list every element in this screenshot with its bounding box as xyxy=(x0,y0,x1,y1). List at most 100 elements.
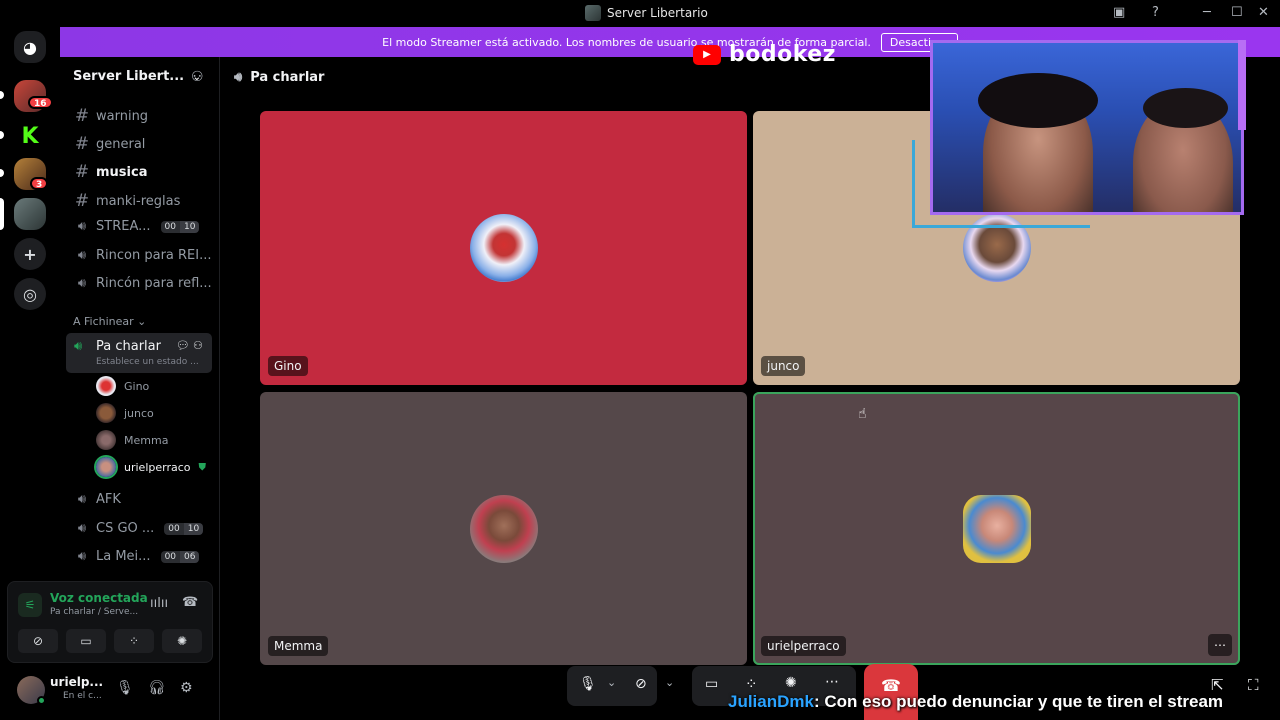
video-tile-memma[interactable]: Memma xyxy=(260,392,747,665)
webcam-frame-accent xyxy=(1238,40,1246,130)
noise-suppression-icon[interactable]: ıılıı xyxy=(150,596,168,611)
participant-name: Memma xyxy=(268,636,329,656)
microphone-icon[interactable]: 🎙︎ xyxy=(579,676,597,692)
more-options-button[interactable]: ⋯ xyxy=(1208,634,1232,656)
speaker-icon: 🔊︎ xyxy=(77,276,87,291)
invite-icon[interactable]: ⚇ xyxy=(193,339,203,352)
mention-badge: 3 xyxy=(30,177,49,190)
avatar xyxy=(96,403,116,423)
voice-channel-header: 🔊︎ Pa charlar xyxy=(234,70,324,85)
unread-pill xyxy=(0,169,4,177)
channel-afk[interactable]: 🔊︎ AFK xyxy=(74,492,121,507)
voice-user-urielperraco[interactable]: urielperraco ⛊ xyxy=(96,457,206,477)
camera-off-icon: ⊘ xyxy=(32,634,44,648)
user-panel: urielp... En el c... 🎙︎ 🎧︎ ⚙ xyxy=(7,666,213,714)
camera-off-button[interactable]: ⊘ xyxy=(18,629,58,653)
unread-pill xyxy=(0,91,4,99)
activities-icon[interactable]: ⁘ xyxy=(745,675,758,693)
channel-warning[interactable]: # warning xyxy=(74,106,148,126)
signal-icon[interactable]: ⚟ xyxy=(18,593,42,617)
avatar xyxy=(96,376,116,396)
maximize-button[interactable]: ☐ xyxy=(1231,5,1243,20)
minimize-button[interactable]: ─ xyxy=(1203,5,1211,20)
camera-off-icon[interactable]: ⊘ xyxy=(635,676,647,692)
discord-home-icon[interactable]: ◕ xyxy=(14,31,46,63)
channel-watermark-text: bodokez xyxy=(729,42,836,67)
hash-icon: # xyxy=(74,191,90,211)
speaker-icon: 🔊︎ xyxy=(234,70,243,85)
add-server-icon[interactable]: + xyxy=(14,238,46,270)
inbox-icon[interactable]: ▣ xyxy=(1113,5,1125,20)
voice-user-gino[interactable]: Gino xyxy=(96,376,149,396)
chat-icon[interactable]: 💬︎ xyxy=(176,339,190,352)
voice-channel-name: Pa charlar xyxy=(250,70,325,85)
hash-icon: # xyxy=(74,106,90,126)
activities-button[interactable]: ⁘ xyxy=(114,629,154,653)
settings-gear-icon[interactable]: ⚙ xyxy=(180,680,193,696)
chat-username: JulianDmk xyxy=(728,692,814,711)
soundboard-icon[interactable]: ✺ xyxy=(785,675,797,691)
hash-icon: # xyxy=(74,162,90,182)
channel-csgo[interactable]: 🔊︎ CS GO ... 00 10 xyxy=(74,521,204,536)
server-icon-kick[interactable]: K xyxy=(14,120,46,152)
online-status-dot xyxy=(37,696,46,705)
selected-pill xyxy=(0,198,4,230)
speaker-icon: 🔊︎ xyxy=(77,521,87,536)
disconnect-icon[interactable]: ☎ xyxy=(182,595,198,610)
soundboard-icon: ✺ xyxy=(176,634,188,648)
category-header[interactable]: A Fichinear ⌄ xyxy=(73,315,146,328)
video-tile-urielperraco[interactable]: urielperraco ⋯ xyxy=(753,392,1240,665)
invite-icon[interactable]: ⚇ xyxy=(191,69,204,85)
video-tile-gino[interactable]: Gino xyxy=(260,111,747,385)
channel-status[interactable]: Establece un estado ... xyxy=(96,357,199,367)
mention-badge: 16 xyxy=(28,96,53,109)
help-icon[interactable]: ? xyxy=(1152,5,1159,20)
close-button[interactable]: ✕ xyxy=(1258,5,1269,20)
shield-icon: ⛊ xyxy=(198,461,207,473)
fullscreen-icon[interactable]: ⛶ xyxy=(1248,676,1259,694)
avatar xyxy=(962,494,1031,563)
chevron-down-icon[interactable]: ⌄ xyxy=(607,676,616,689)
username[interactable]: urielp... xyxy=(50,675,103,689)
channel-musica[interactable]: # musica xyxy=(74,162,148,182)
participant-name: urielperraco xyxy=(761,636,846,656)
headphones-icon[interactable]: 🎧︎ xyxy=(148,680,166,696)
avatar xyxy=(96,457,116,477)
channel-manki-reglas[interactable]: # manki-reglas xyxy=(74,191,181,211)
speaker-icon: 🔊︎ xyxy=(77,549,87,564)
screen-share-icon[interactable]: ▭ xyxy=(705,676,718,692)
participant-name: junco xyxy=(761,356,806,376)
voice-location[interactable]: Pa charlar / Serve... xyxy=(50,607,138,617)
channel-rincon-refl[interactable]: 🔊︎ Rincón para refl... xyxy=(74,276,212,291)
voice-user-junco[interactable]: junco xyxy=(96,403,154,423)
more-icon[interactable]: ⋯ xyxy=(825,674,839,690)
channel-general[interactable]: # general xyxy=(74,134,146,154)
channel-rincon-rei[interactable]: 🔊︎ Rincon para REI... xyxy=(74,248,212,263)
user-count: 00 06 xyxy=(160,550,200,563)
server-name: Server Libert... xyxy=(73,69,185,84)
avatar xyxy=(469,214,538,282)
youtube-channel-watermark: ▶ bodokez xyxy=(693,42,836,67)
voice-status: Voz conectada xyxy=(50,591,148,605)
participant-name: Gino xyxy=(268,356,308,376)
channel-la-mei[interactable]: 🔊︎ La Mei... 00 06 xyxy=(74,549,200,564)
server-icon-libertario[interactable] xyxy=(14,198,46,230)
avatar xyxy=(96,430,116,450)
microphone-icon[interactable]: 🎙︎ xyxy=(116,680,134,696)
voice-user-memma[interactable]: Memma xyxy=(96,430,168,450)
user-count: 00 10 xyxy=(160,220,200,233)
screen-share-button[interactable]: ▭ xyxy=(66,629,106,653)
stream-chat-overlay: JulianDmk: Con eso puedo denunciar y que… xyxy=(728,692,1223,712)
channel-stream[interactable]: 🔊︎ STREA... 00 10 xyxy=(74,219,200,234)
speaker-icon: 🔊︎ xyxy=(77,248,87,263)
guest-hair xyxy=(1143,88,1228,128)
chevron-down-icon[interactable]: ⌄ xyxy=(665,676,674,689)
discover-icon[interactable]: ◎ xyxy=(14,278,46,310)
chat-message: : Con eso puedo denunciar y que te tiren… xyxy=(813,692,1224,711)
streamer-hair xyxy=(978,73,1098,128)
discord-app: Server Libertario ▣ ? ─ ☐ ✕ ◕ 16 K 3 + ◎… xyxy=(0,0,1280,720)
channel-pa-charlar[interactable]: 🔊︎ Pa charlar Establece un estado ... 💬︎… xyxy=(66,333,212,373)
server-header[interactable]: Server Libert... ⌄ xyxy=(73,69,201,84)
activities-icon: ⁘ xyxy=(128,634,140,648)
soundboard-button[interactable]: ✺ xyxy=(162,629,202,653)
